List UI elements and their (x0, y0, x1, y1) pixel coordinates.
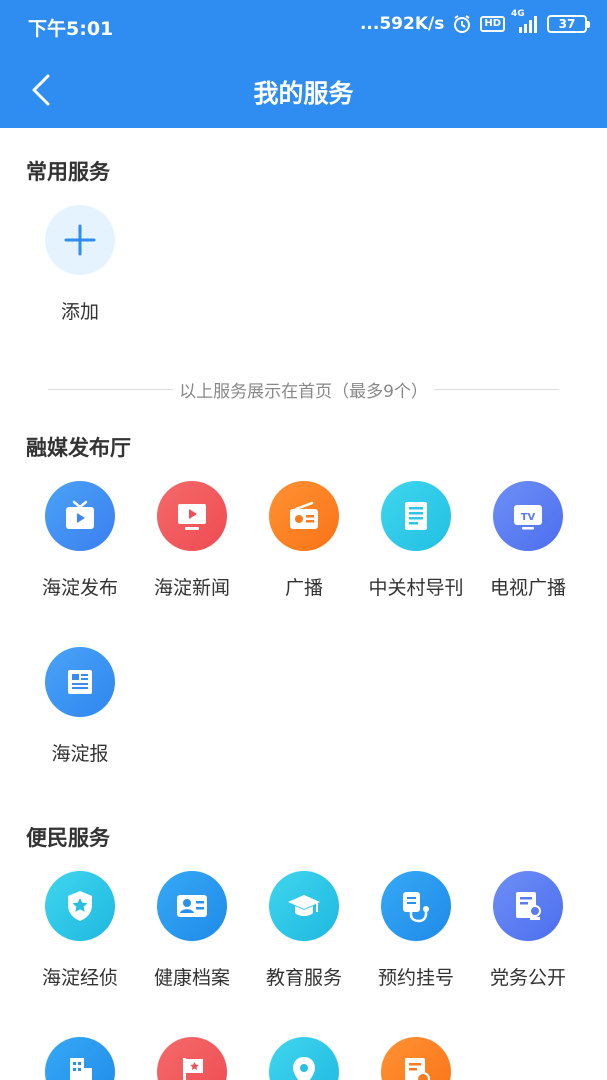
add-service-button[interactable]: 添加 (24, 205, 136, 324)
flag-icon (183, 1058, 203, 1080)
service-icon-circle (45, 871, 115, 941)
location-pin-icon (293, 1057, 315, 1080)
service-label: 广播 (284, 577, 323, 599)
battery-icon: 37 (547, 15, 590, 33)
svg-text:TV: TV (521, 512, 536, 523)
id-card-icon (177, 895, 207, 917)
document-stamp-icon (516, 892, 541, 920)
service-item-tv-broadcast[interactable]: TV 电视广播 (472, 481, 584, 600)
section-title-media: 融媒发布厅 (26, 436, 131, 460)
service-icon-circle (269, 1037, 339, 1080)
section-title-common: 常用服务 (26, 160, 110, 184)
add-icon-circle (45, 205, 115, 275)
service-label: 海淀新闻 (153, 577, 230, 599)
service-item-partial[interactable] (24, 1037, 136, 1080)
service-item-appointment[interactable]: 预约挂号 (360, 871, 472, 990)
header: 我的服务 (0, 52, 607, 128)
service-icon-circle (381, 1037, 451, 1080)
status-right-group: ...592K/s HD 4G 37 (359, 9, 590, 34)
building-icon (70, 1058, 92, 1080)
section-title-civic: 便民服务 (26, 826, 110, 850)
divider-line-right (433, 388, 560, 390)
service-item-haidian-news[interactable]: 海淀新闻 (136, 481, 248, 600)
stethoscope-icon (403, 892, 429, 923)
service-icon-circle: TV (493, 481, 563, 551)
service-icon-circle (157, 871, 227, 941)
service-icon-circle (269, 481, 339, 551)
service-label: 党务公开 (489, 967, 566, 989)
service-item-haidian-release[interactable]: 海淀发布 (24, 481, 136, 600)
network-speed: ...592K/s (359, 14, 445, 34)
service-item-health-record[interactable]: 健康档案 (136, 871, 248, 990)
video-icon (178, 504, 206, 530)
signal-icon: 4G (511, 9, 539, 33)
service-label: 健康档案 (153, 967, 230, 989)
service-icon-circle (157, 1037, 227, 1080)
service-item-party-affairs[interactable]: 党务公开 (472, 871, 584, 990)
service-icon-circle (157, 481, 227, 551)
home-limit-divider: 以上服务展示在首页（最多9个） (48, 378, 560, 402)
status-time: 下午5:01 (28, 18, 114, 40)
tv-icon (66, 500, 94, 529)
home-limit-note: 以上服务展示在首页（最多9个） (179, 381, 428, 402)
service-label: 中关村导刊 (368, 577, 464, 599)
battery-level: 37 (558, 17, 576, 31)
service-label: 海淀发布 (41, 577, 118, 599)
service-icon-circle (269, 871, 339, 941)
service-icon-circle (45, 481, 115, 551)
divider-line-left (48, 388, 174, 390)
status-bar: 下午5:01 ...592K/s HD 4G 37 (0, 0, 607, 52)
shield-star-icon (68, 891, 92, 921)
radio-icon (290, 501, 318, 529)
plus-icon (64, 224, 96, 256)
service-item-partial[interactable] (248, 1037, 360, 1080)
hd-icon: HD (480, 16, 505, 32)
service-label: 预约挂号 (377, 967, 454, 989)
newspaper-icon (68, 670, 92, 694)
service-icon-circle (381, 481, 451, 551)
service-item-radio[interactable]: 广播 (248, 481, 360, 600)
graduation-cap-icon (288, 895, 320, 916)
service-icon-circle (493, 871, 563, 941)
add-label: 添加 (60, 301, 99, 323)
service-icon-circle (45, 1037, 115, 1080)
document-clock-icon (405, 1058, 430, 1080)
service-item-zgc-journal[interactable]: 中关村导刊 (360, 481, 472, 600)
service-label: 海淀报 (51, 743, 109, 765)
service-item-economic-police[interactable]: 海淀经侦 (24, 871, 136, 990)
service-item-education[interactable]: 教育服务 (248, 871, 360, 990)
service-label: 海淀经侦 (41, 967, 118, 989)
service-icon-circle (45, 647, 115, 717)
service-icon-circle (381, 871, 451, 941)
magazine-icon (405, 502, 427, 530)
service-label: 教育服务 (265, 967, 342, 989)
service-item-partial[interactable] (360, 1037, 472, 1080)
signal-label: 4G (511, 9, 525, 19)
service-item-partial[interactable] (136, 1037, 248, 1080)
service-item-haidian-paper[interactable]: 海淀报 (24, 647, 136, 766)
service-label: 电视广播 (489, 577, 566, 599)
page-title: 我的服务 (253, 79, 354, 108)
alarm-icon (452, 14, 472, 34)
tv-icon: TV (514, 505, 542, 530)
